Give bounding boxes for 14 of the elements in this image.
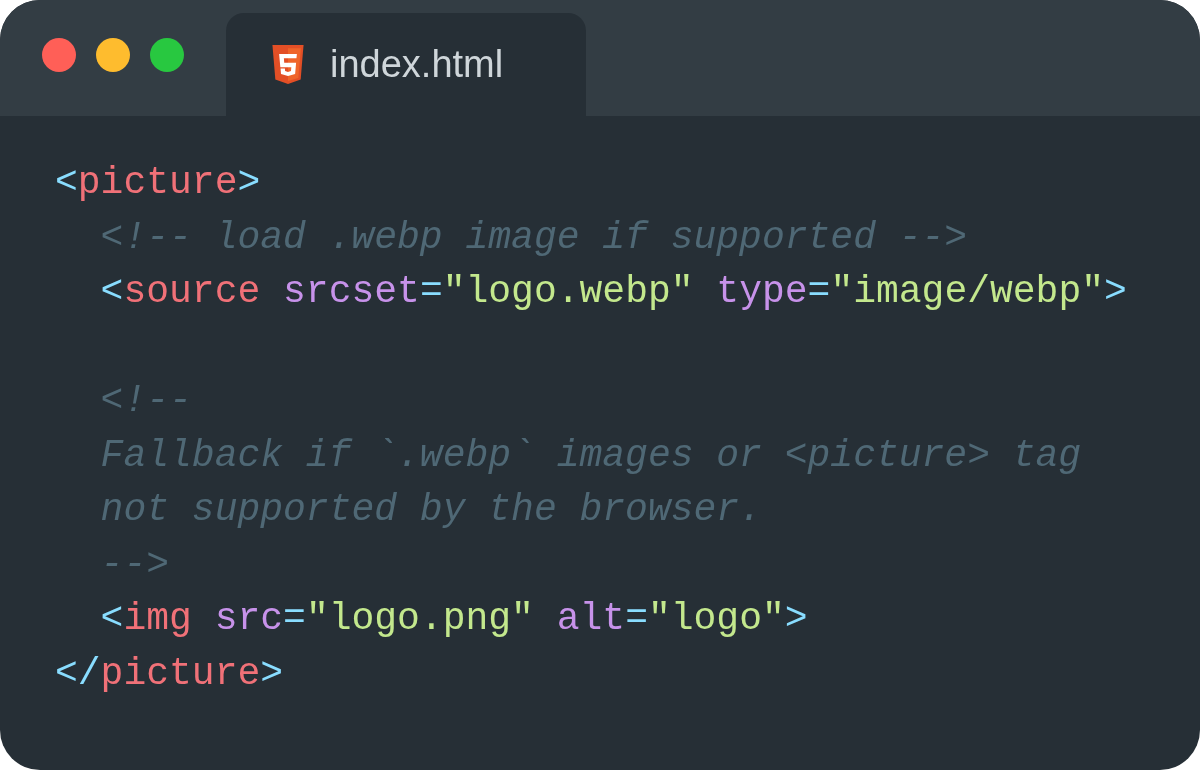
window-button[interactable] — [96, 38, 130, 72]
code-line: <picture> — [55, 160, 261, 206]
window-button[interactable] — [150, 38, 184, 72]
html5-icon — [270, 44, 306, 85]
code-line: <source srcset="logo.webp" type="image/webp"> — [99, 269, 1127, 315]
code-line: <img src="logo.png" alt="logo"> — [99, 596, 808, 642]
code-line: </picture> — [55, 650, 284, 697]
window-button[interactable] — [42, 38, 76, 72]
code-line: Fallback if `.webp` images or <picture> tag — [99, 432, 1082, 479]
file-tab[interactable]: index.html — [226, 13, 586, 116]
code-line: not supported by the browser. — [99, 487, 762, 533]
code-line: --> — [99, 541, 170, 588]
code-line: <!-- load .webp image if supported --> — [99, 214, 968, 261]
code-line: <!-- — [99, 378, 192, 424]
